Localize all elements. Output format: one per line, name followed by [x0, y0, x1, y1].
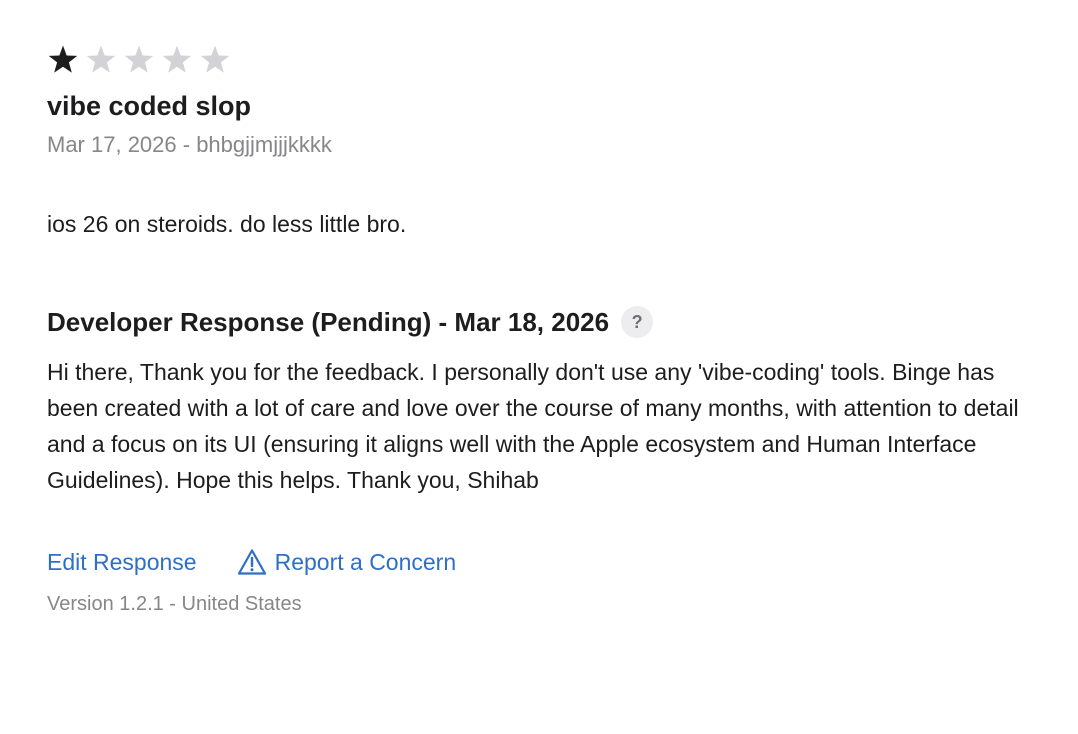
developer-response-title: Developer Response (Pending) - Mar 18, 2…: [47, 307, 610, 337]
star-empty-icon: [161, 44, 193, 76]
edit-response-link[interactable]: Edit Response: [47, 546, 197, 578]
report-concern-link[interactable]: Report a Concern: [237, 546, 457, 578]
review-title: vibe coded slop: [47, 91, 252, 121]
review-meta: Mar 17, 2026 - bhbgjjmjjjkkkk: [47, 132, 332, 157]
star-empty-icon: [123, 44, 155, 76]
developer-response-text: Hi there, Thank you for the feedback. I …: [47, 359, 1019, 493]
star-rating: [47, 40, 1037, 80]
response-actions: Edit Response Report a Concern: [47, 546, 1037, 578]
report-concern-label: Report a Concern: [274, 549, 457, 575]
help-button[interactable]: ?: [621, 306, 654, 338]
developer-response-header: Developer Response (Pending) - Mar 18, 2…: [47, 304, 1037, 340]
review-card: vibe coded slop Mar 17, 2026 - bhbgjjmjj…: [47, 40, 1037, 618]
warning-triangle-icon: [237, 548, 267, 576]
version-info: Version 1.2.1 - United States: [47, 593, 302, 615]
star-filled-icon: [47, 44, 79, 76]
star-empty-icon: [85, 44, 117, 76]
review-body: ios 26 on steroids. do less little bro.: [47, 211, 407, 237]
question-mark-icon: ?: [631, 311, 643, 332]
edit-response-label: Edit Response: [47, 549, 197, 575]
star-empty-icon: [199, 44, 231, 76]
